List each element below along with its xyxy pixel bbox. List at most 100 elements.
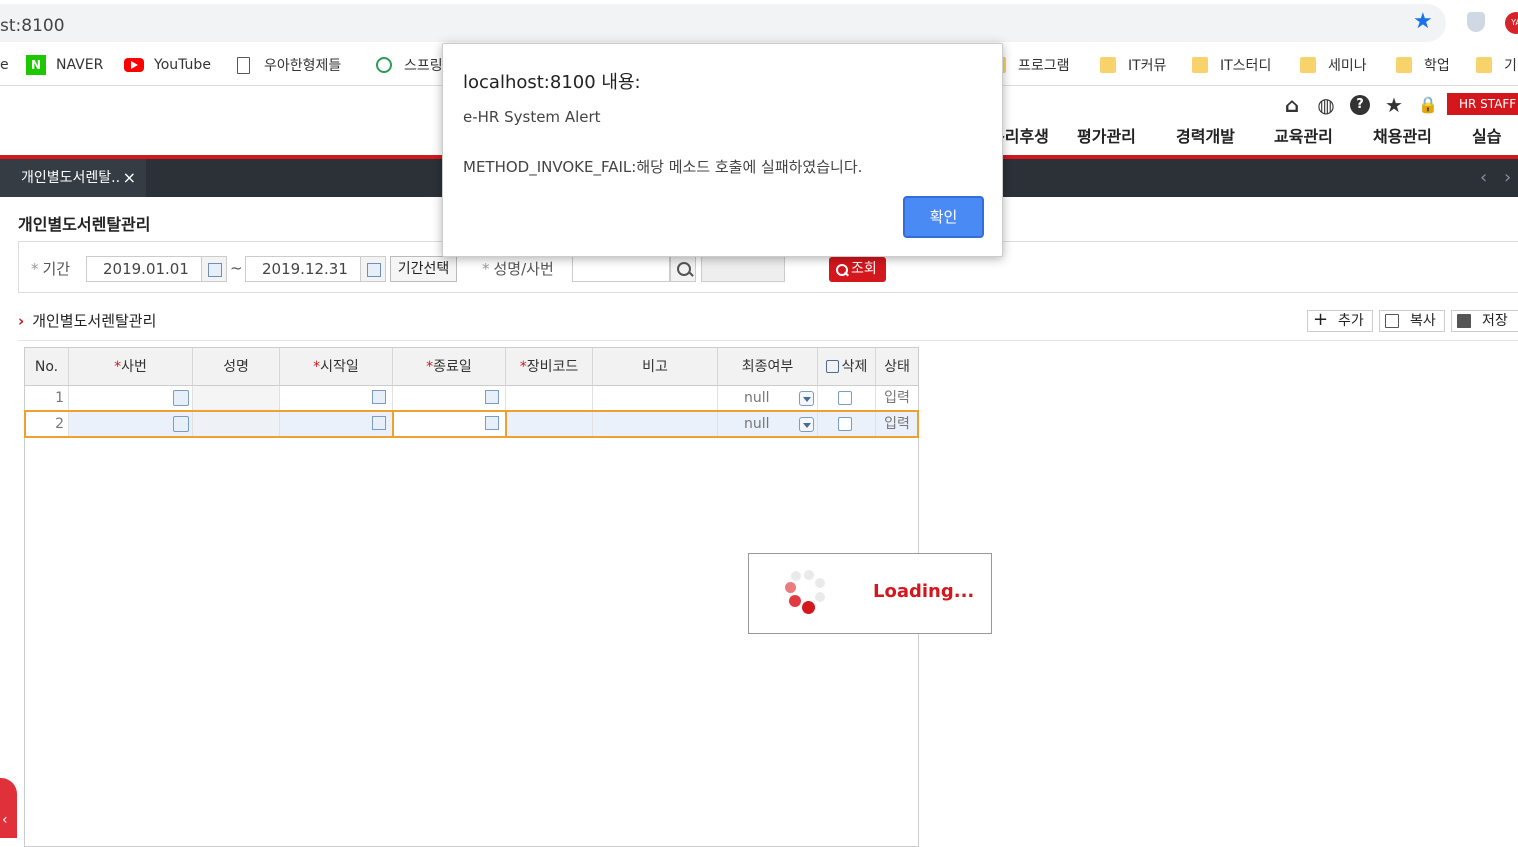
page-title: 개인별도서렌탈관리 — [18, 215, 151, 234]
add-button[interactable]: + 추가 — [1307, 310, 1373, 332]
col-start-date[interactable]: *시작일 — [280, 348, 393, 386]
folder-icon — [1192, 57, 1208, 73]
alert-dialog: localhost:8100 내용: e-HR System Alert MET… — [442, 43, 1003, 257]
col-note[interactable]: 비고 — [593, 348, 718, 386]
bookmark-woowa[interactable]: 우아한형제들 — [237, 55, 341, 75]
chevron-left-icon: ‹ — [2, 812, 8, 828]
bookmark-label: 스프링 — [404, 58, 443, 74]
search-icon[interactable] — [173, 390, 189, 406]
side-panel-toggle[interactable]: ‹ — [0, 778, 17, 838]
spinner-dot — [789, 595, 801, 607]
spring-icon — [376, 57, 392, 73]
col-no[interactable]: No. — [25, 348, 69, 386]
section-divider — [18, 340, 1518, 341]
cell-equip-code[interactable] — [506, 386, 593, 411]
cell-end-date[interactable] — [393, 386, 506, 411]
bookmark-fragment[interactable]: e — [0, 55, 9, 75]
name-empno-label: * 성명/사번 — [482, 260, 554, 278]
col-name[interactable]: 성명 — [193, 348, 280, 386]
bookmark-folder-itcommu[interactable]: IT커뮤 — [1100, 55, 1166, 75]
url-text: st:8100 — [0, 16, 65, 36]
table-row[interactable]: 1 null 입력 — [25, 386, 918, 412]
help-icon[interactable]: ? — [1350, 95, 1370, 115]
checkbox-icon[interactable] — [825, 360, 839, 373]
bookmark-spring[interactable]: 스프링 — [376, 55, 443, 75]
save-button[interactable]: 저장 — [1451, 310, 1518, 332]
copy-icon — [1385, 314, 1399, 328]
bookmark-label: YouTube — [154, 57, 211, 73]
lock-icon[interactable]: 🔒 — [1418, 95, 1438, 115]
col-delete[interactable]: 삭제 — [818, 348, 876, 386]
bookmark-folder-seminar[interactable]: 세미나 — [1300, 55, 1367, 75]
bookmark-label: IT커뮤 — [1128, 58, 1167, 74]
naver-icon: N — [26, 55, 46, 75]
spinner-dot — [802, 601, 815, 614]
extension-shield-icon[interactable] — [1467, 12, 1485, 32]
folder-icon — [1396, 57, 1412, 73]
col-end-date[interactable]: *종료일 — [393, 348, 506, 386]
bookmark-star-icon[interactable]: ★ — [1413, 9, 1433, 34]
plus-icon: + — [1313, 309, 1329, 330]
bookmark-folder-itstudy[interactable]: IT스터디 — [1192, 55, 1271, 75]
end-date-input[interactable]: 2019.12.31 — [245, 256, 362, 282]
cell-start-date[interactable] — [280, 386, 393, 411]
url-field[interactable]: st:8100 — [0, 4, 1446, 42]
bookmark-youtube[interactable]: YouTube — [124, 55, 211, 75]
favorite-star-icon[interactable]: ★ — [1384, 95, 1404, 115]
chevron-left-icon[interactable]: ‹ — [1480, 167, 1487, 188]
spinner-dot — [815, 578, 825, 588]
period-label: * 기간 — [31, 260, 71, 278]
menu-recruit[interactable]: 채용관리 — [1373, 123, 1432, 147]
start-date-input[interactable]: 2019.01.01 — [86, 256, 203, 282]
spinner-dot — [804, 570, 814, 580]
spinner-dot — [815, 592, 825, 602]
chevron-right-icon[interactable]: › — [1504, 167, 1511, 188]
menu-practice[interactable]: 실습 — [1472, 123, 1501, 147]
cell-final[interactable]: null — [718, 386, 818, 411]
hr-staff-badge[interactable]: HR STAFF — [1447, 93, 1518, 115]
menu-education[interactable]: 교육관리 — [1274, 123, 1333, 147]
col-empno[interactable]: *사번 — [69, 348, 193, 386]
home-icon[interactable]: ⌂ — [1282, 95, 1302, 115]
youtube-icon — [124, 58, 144, 72]
calendar-icon[interactable] — [201, 256, 227, 282]
bookmark-folder-study[interactable]: 학업 — [1396, 55, 1450, 75]
ok-button[interactable]: 확인 — [903, 196, 984, 238]
col-equip-code[interactable]: *장비코드 — [506, 348, 593, 386]
cell-empno[interactable] — [69, 386, 193, 411]
page-icon — [237, 56, 250, 74]
focused-cell-outline — [392, 410, 507, 438]
folder-icon — [1100, 57, 1116, 73]
bookmark-folder-etc[interactable]: 기 — [1476, 55, 1517, 75]
search-icon[interactable] — [670, 256, 696, 282]
spinner-dot — [791, 571, 801, 581]
chevron-down-icon[interactable] — [799, 391, 814, 406]
grid-header: No. *사번 성명 *시작일 *종료일 *장비코드 비고 최종여부 삭제 상태 — [25, 348, 918, 386]
cell-status: 입력 — [884, 390, 910, 406]
extension-avatar-icon[interactable]: YA — [1505, 12, 1518, 34]
menu-evaluation[interactable]: 평가관리 — [1077, 123, 1136, 147]
period-select-button[interactable]: 기간선택 — [390, 256, 457, 282]
globe-icon[interactable]: ◍ — [1316, 95, 1336, 115]
copy-button[interactable]: 복사 — [1379, 310, 1445, 332]
calendar-icon[interactable] — [485, 390, 499, 404]
close-icon[interactable]: × — [123, 159, 136, 197]
checkbox-icon[interactable] — [838, 391, 852, 405]
cell-note[interactable] — [593, 386, 718, 411]
dialog-message-line1: e-HR System Alert — [463, 108, 601, 126]
bookmark-naver[interactable]: N NAVER — [26, 55, 103, 75]
tab-book-rental[interactable]: 개인별도서렌탈.. × — [0, 159, 146, 197]
name-empno-input[interactable] — [572, 256, 670, 282]
bookmark-label: e — [0, 57, 9, 73]
col-status[interactable]: 상태 — [876, 348, 918, 386]
menu-career[interactable]: 경력개발 — [1176, 123, 1235, 147]
calendar-icon[interactable] — [372, 390, 386, 404]
search-button[interactable]: 조회 — [829, 257, 886, 282]
bookmark-label: 기 — [1504, 58, 1517, 74]
browser-address-bar: st:8100 ★ YA — [0, 0, 1518, 47]
col-final[interactable]: 최종여부 — [718, 348, 818, 386]
bookmark-label: NAVER — [56, 57, 104, 73]
bookmark-label: 프로그램 — [1018, 58, 1070, 74]
cell-delete[interactable] — [818, 386, 876, 411]
calendar-icon[interactable] — [360, 256, 386, 282]
